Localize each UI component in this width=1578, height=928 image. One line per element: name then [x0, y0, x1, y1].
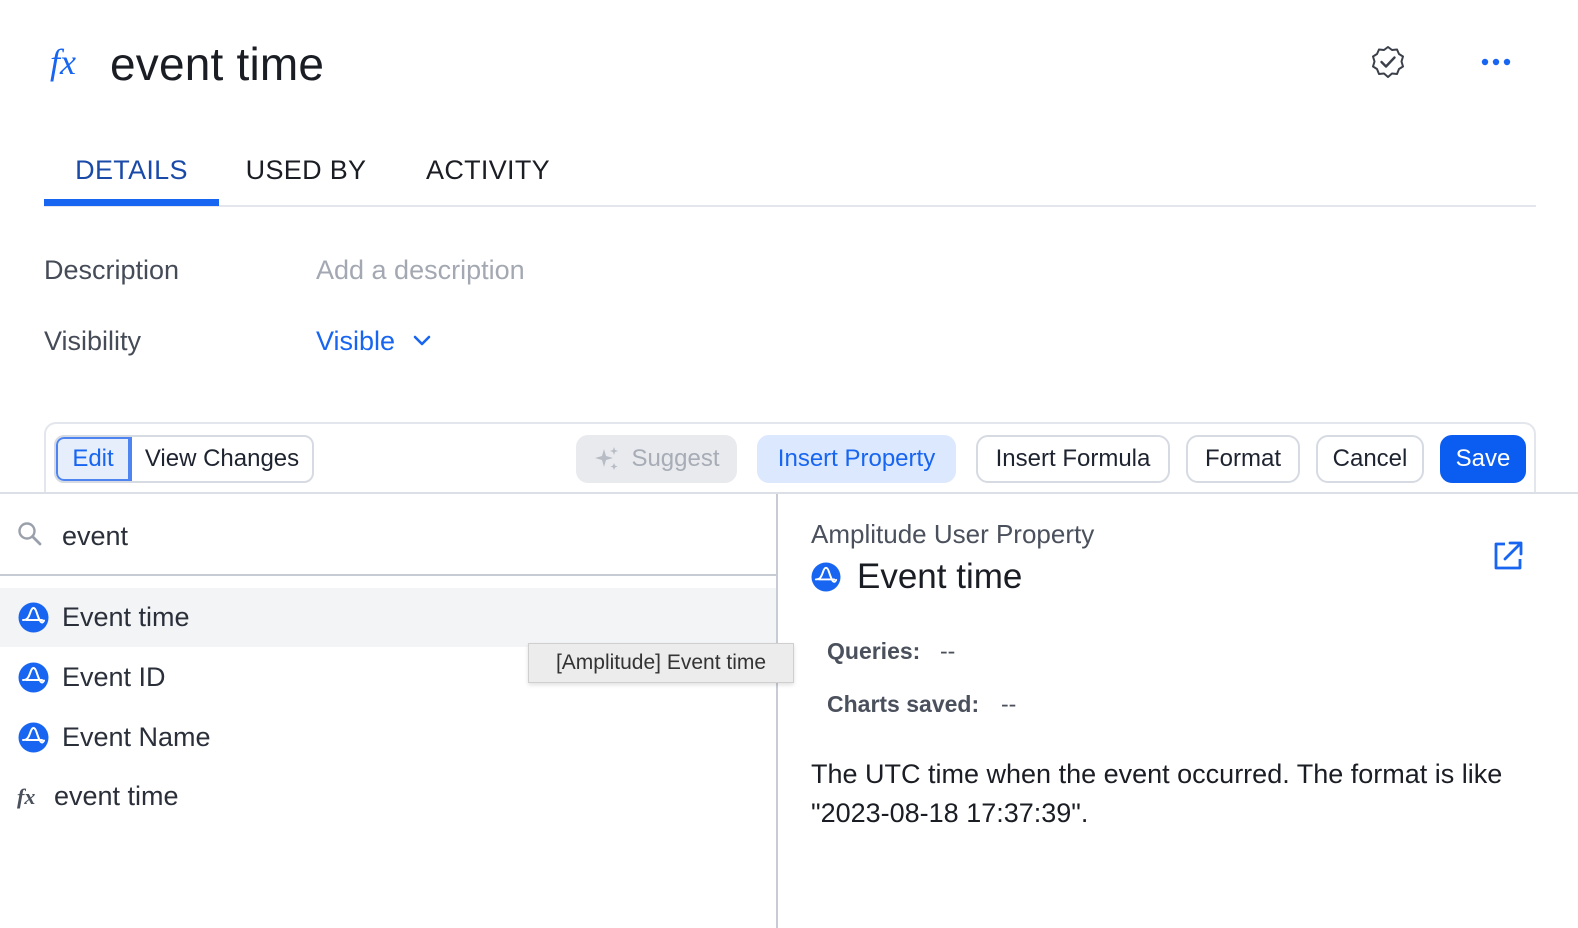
description-label: Description: [44, 255, 180, 285]
visibility-value: Visible: [316, 325, 396, 356]
tab-activity[interactable]: ACTIVITY: [414, 150, 562, 205]
charts-saved-value: --: [1001, 691, 1017, 717]
open-external-icon[interactable]: [1490, 538, 1526, 574]
suggest-button[interactable]: Suggest: [576, 435, 737, 483]
cancel-button[interactable]: Cancel: [1316, 435, 1424, 483]
queries-label: Queries:: [827, 638, 921, 664]
active-tab-indicator: [44, 199, 219, 206]
list-item-label: event time: [54, 781, 179, 811]
sparkle-icon: [595, 447, 619, 470]
search-icon: [18, 522, 42, 546]
svg-text:fx: fx: [17, 784, 35, 809]
list-item[interactable]: Event time: [0, 588, 776, 647]
list-item-label: Event Name: [62, 722, 211, 752]
property-type: Amplitude User Property: [811, 519, 1095, 549]
queries-value: --: [940, 638, 956, 664]
header: fx event time: [0, 0, 1578, 130]
chevron-down-icon: [413, 335, 431, 346]
search-input[interactable]: [62, 516, 742, 556]
check-badge-icon[interactable]: [1370, 44, 1406, 80]
tab-bar: DETAILS USED BY ACTIVITY: [44, 140, 1536, 207]
tab-used-by[interactable]: USED BY: [240, 150, 372, 205]
property-picker: Event time Event ID Event Name fx event …: [0, 492, 1578, 928]
property-description: The UTC time when the event occurred. Th…: [811, 759, 1503, 828]
fx-icon: fx: [17, 784, 35, 809]
search-bar: [0, 494, 776, 576]
page-title: event time: [110, 38, 325, 90]
charts-saved-label: Charts saved:: [827, 691, 980, 717]
list-item[interactable]: fx event time: [0, 767, 776, 826]
list-item-label: Event time: [62, 602, 190, 632]
description-input[interactable]: Add a description: [316, 252, 525, 288]
insert-property-button[interactable]: Insert Property: [757, 435, 956, 483]
edit-mode-toggle: Edit View Changes: [54, 435, 314, 483]
list-item-label: Event ID: [62, 662, 166, 692]
property-list-pane: Event time Event ID Event Name fx event …: [0, 494, 778, 928]
tooltip: [Amplitude] Event time: [528, 643, 794, 683]
edit-button[interactable]: Edit: [56, 437, 132, 481]
tab-details[interactable]: DETAILS: [44, 150, 219, 205]
more-horizontal-icon[interactable]: [1478, 52, 1514, 72]
save-button[interactable]: Save: [1440, 435, 1526, 483]
suggest-label: Suggest: [631, 445, 720, 472]
visibility-select[interactable]: Visible: [316, 323, 435, 359]
fx-icon: fx: [50, 42, 76, 82]
property-name: Event time: [857, 557, 1023, 596]
amplitude-icon: [811, 562, 841, 592]
view-changes-button[interactable]: View Changes: [132, 437, 312, 481]
format-button[interactable]: Format: [1186, 435, 1300, 483]
amplitude-icon: [18, 662, 49, 693]
amplitude-icon: [18, 722, 49, 753]
visibility-label: Visibility: [44, 326, 142, 356]
svg-text:fx: fx: [50, 42, 76, 82]
amplitude-icon: [18, 602, 49, 633]
list-item[interactable]: Event Name: [0, 708, 776, 767]
insert-formula-button[interactable]: Insert Formula: [976, 435, 1170, 483]
